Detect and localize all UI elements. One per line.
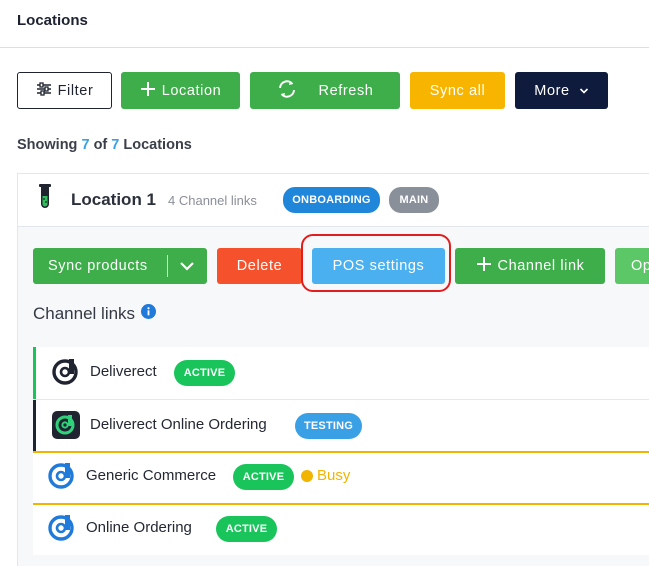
summary-prefix: Showing [17,137,78,153]
test-tube-icon [37,184,53,212]
deliverect-online-ordering-logo-icon [51,410,81,440]
split-divider [167,255,168,277]
chevron-down-icon[interactable] [178,257,196,279]
more-button[interactable]: More [515,72,608,109]
channel-name: Deliverect [90,363,157,380]
location-card: Location 1 4 Channel links ONBOARDING MA… [17,173,649,566]
sliders-icon [36,81,52,100]
sync-products-label: Sync products [48,258,148,274]
partial-action-label: Op [631,258,649,274]
delete-label: Delete [236,258,283,274]
channel-links-heading: Channel links [33,304,157,324]
channel-link-label: Channel link [497,258,585,274]
location-card-header[interactable]: Location 1 4 Channel links ONBOARDING MA… [18,174,649,227]
refresh-button[interactable]: Refresh [250,72,400,109]
refresh-icon [277,79,297,103]
sync-products-button[interactable]: Sync products [33,248,207,284]
status-badge: TESTING [295,413,362,439]
filter-button[interactable]: Filter [17,72,112,109]
more-label: More [534,82,570,99]
page-title: Locations [17,12,88,29]
status-badge: ACTIVE [174,360,235,386]
deliverect-logo-icon [47,513,77,543]
channel-links-count: 4 Channel links [168,193,257,208]
channel-links-title: Channel links [33,304,136,323]
deliverect-logo-icon [51,357,81,387]
onboarding-badge: ONBOARDING [283,187,380,213]
status-accent-bar [33,347,36,399]
channel-row-deliverect-online-ordering[interactable]: Deliverect Online Ordering TESTING [33,399,649,452]
summary-of: of [93,137,108,153]
main-badge: MAIN [389,187,439,213]
info-icon[interactable] [141,304,157,324]
deliverect-logo-icon [47,461,77,491]
refresh-label: Refresh [318,82,374,99]
results-summary: Showing 7 of 7 Locations [17,137,192,153]
busy-indicator: Busy [301,467,350,484]
busy-label: Busy [317,467,351,484]
channel-name: Deliverect Online Ordering [90,416,267,433]
highlight-ring [301,234,451,292]
location-name: Location 1 [71,190,157,209]
channel-name: Online Ordering [86,519,192,536]
delete-button[interactable]: Delete [217,248,302,284]
status-badge: ACTIVE [233,464,294,490]
status-accent-bar [33,400,36,452]
summary-shown: 7 [81,137,90,153]
add-location-label: Location [161,82,222,99]
status-badge: ACTIVE [216,516,277,542]
page-header: Locations [0,0,649,48]
busy-dot-icon [301,469,313,482]
sync-all-label: Sync all [429,82,486,99]
sync-all-button[interactable]: Sync all [410,72,505,109]
partial-action-button[interactable]: Op [615,248,649,284]
plus-icon [476,256,492,276]
channel-name: Generic Commerce [86,467,217,484]
plus-icon [140,81,156,101]
channel-row-generic-commerce[interactable]: Generic Commerce ACTIVE Busy [33,451,649,503]
filter-label: Filter [57,82,94,99]
chevron-down-icon [579,83,589,99]
add-location-button[interactable]: Location [121,72,240,109]
channel-row-online-ordering[interactable]: Online Ordering ACTIVE [33,503,649,555]
channel-row-deliverect[interactable]: Deliverect ACTIVE [33,347,649,399]
summary-total: 7 [111,137,120,153]
add-channel-link-button[interactable]: Channel link [455,248,605,284]
summary-suffix: Locations [123,137,192,153]
